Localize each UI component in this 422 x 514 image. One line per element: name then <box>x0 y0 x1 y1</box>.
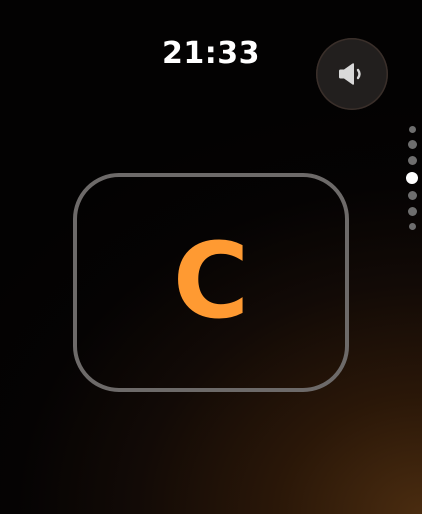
page-dot <box>407 191 417 200</box>
key-letter: C <box>172 219 250 342</box>
key-display: C <box>73 173 349 392</box>
page-dot <box>407 156 417 165</box>
page-dot <box>407 140 417 149</box>
page-dot-active <box>406 172 418 184</box>
page-dot <box>408 126 416 133</box>
speaker-volume-icon <box>339 63 361 85</box>
speaker-button[interactable] <box>316 38 388 110</box>
page-indicator[interactable] <box>405 126 419 237</box>
page-dot <box>408 223 416 230</box>
page-dot <box>407 207 417 216</box>
